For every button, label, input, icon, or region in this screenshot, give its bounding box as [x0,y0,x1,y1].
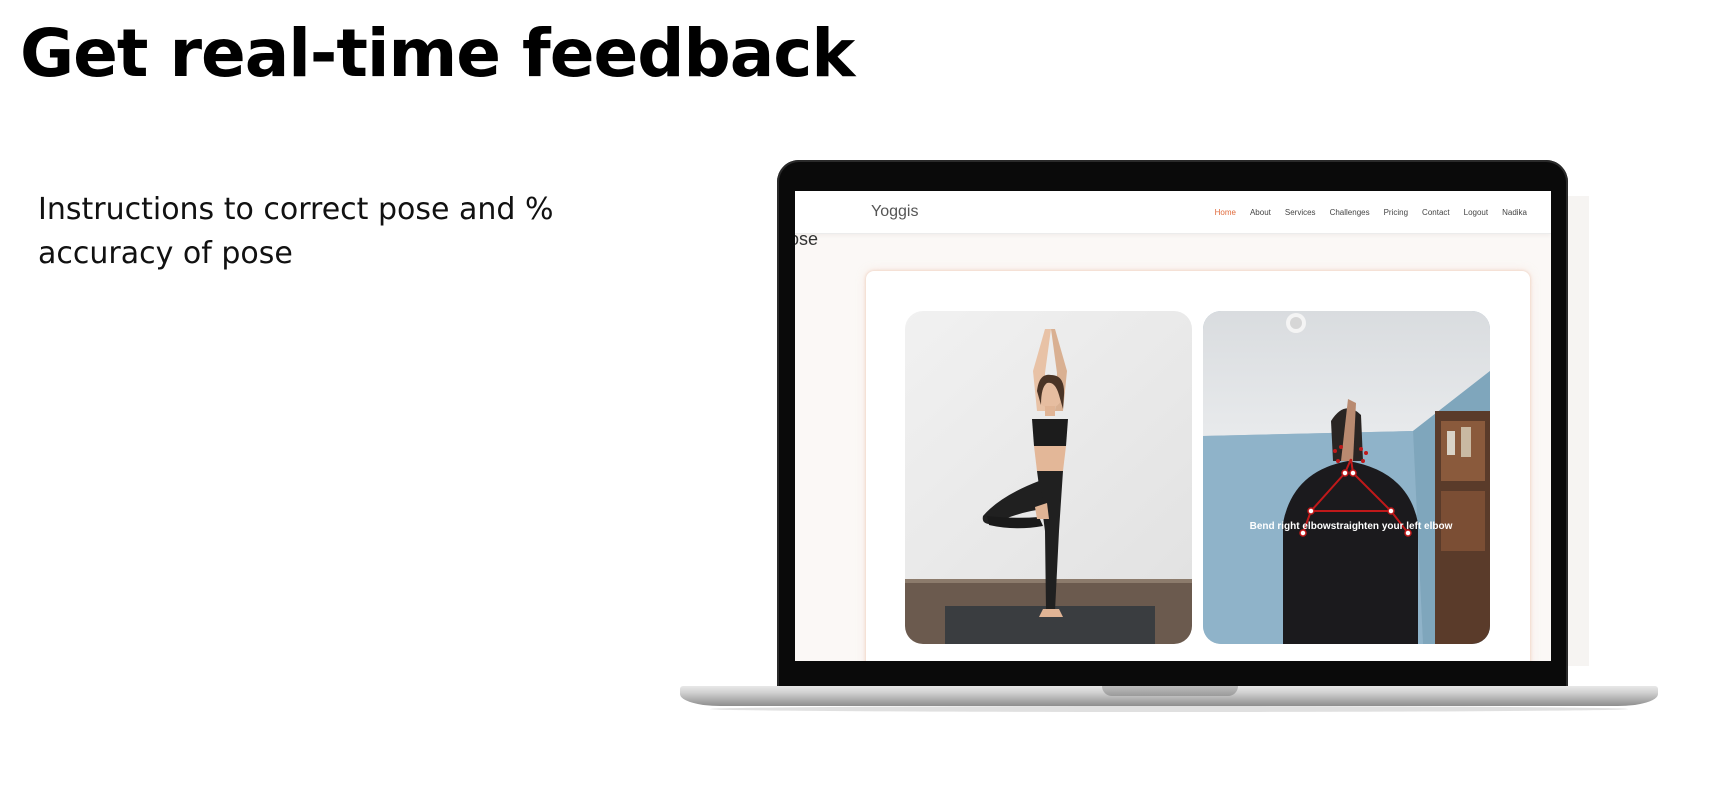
nav-link-user[interactable]: Nadika [1502,208,1527,217]
laptop-mockup: Yoggis Home About Services Challenges Pr… [680,160,1660,720]
nav-link-pricing[interactable]: Pricing [1384,208,1408,217]
site-brand-logo[interactable]: Yoggis [871,203,918,221]
nav-link-challenges[interactable]: Challenges [1330,208,1370,217]
nav-links: Home About Services Challenges Pricing C… [1215,208,1527,217]
page-headline: Get real-time feedback [20,15,855,92]
section-title-partial: ose [795,229,819,249]
nav-link-about[interactable]: About [1250,208,1271,217]
pose-feedback-overlay: Bend right elbowstraighten your left elb… [1250,521,1453,532]
site-navbar: Yoggis Home About Services Challenges Pr… [795,191,1551,234]
pose-comparison-card: Bend right elbowstraighten your left elb… [866,271,1530,661]
reference-pose-image [905,311,1192,644]
feature-description: Instructions to correct pose and % accur… [38,192,554,271]
nav-link-logout[interactable]: Logout [1464,208,1488,217]
laptop-notch [1102,686,1238,696]
laptop-shadow [710,706,1628,712]
nav-link-home[interactable]: Home [1215,208,1236,217]
laptop-screen: Yoggis Home About Services Challenges Pr… [795,191,1551,661]
nav-link-services[interactable]: Services [1285,208,1316,217]
nav-link-contact[interactable]: Contact [1422,208,1450,217]
webcam-feed: Bend right elbowstraighten your left elb… [1203,311,1490,644]
